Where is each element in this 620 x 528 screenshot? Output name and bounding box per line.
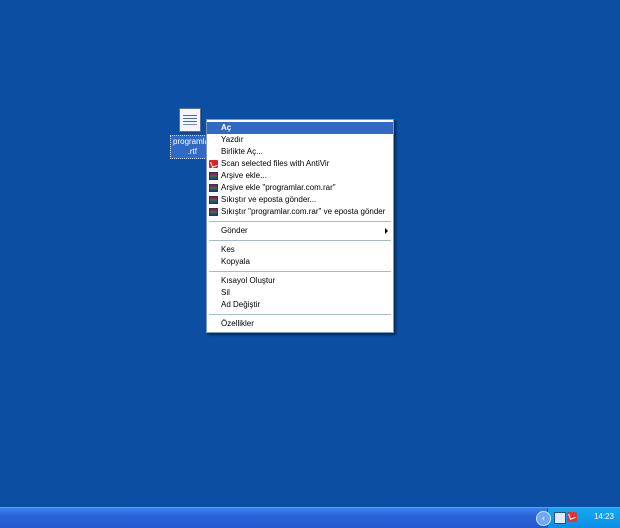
menu-item-send-to-label: Gönder [221,226,248,235]
menu-item-print-label: Yazdır [221,135,244,144]
desktop-file-icon[interactable]: programlar .rtf [170,108,215,159]
menu-item-create-shortcut-label: Kısayol Oluştur [221,276,276,285]
menu-item-scan-label: Scan selected files with AntiVir [221,159,330,168]
menu-item-rename[interactable]: Ad Değiştir [207,299,393,311]
menu-item-copy-label: Kopyala [221,257,250,266]
clock[interactable]: 14:23 [594,512,614,521]
antivir-tray-icon[interactable] [567,512,577,522]
menu-item-open-with-label: Birlikte Aç... [221,147,263,156]
menu-item-compress-named-email[interactable]: Sıkıştır "programlar.com.rar" ve eposta … [207,206,393,218]
system-tray: ‹ 14:23 [536,508,620,528]
winrar-icon [209,208,218,216]
menu-item-properties[interactable]: Özellikler [207,318,393,330]
menu-separator [209,271,391,272]
menu-item-scan-antivir[interactable]: Scan selected files with AntiVir [207,158,393,170]
desktop-file-label-ext: .rtf [187,147,198,156]
menu-separator [209,221,391,222]
menu-item-create-shortcut[interactable]: Kısayol Oluştur [207,275,393,287]
menu-item-open[interactable]: Aç [207,122,393,134]
antivir-icon [209,160,218,168]
menu-item-compress-named-email-label: Sıkıştır "programlar.com.rar" ve eposta … [221,207,386,216]
rtf-document-icon[interactable] [179,108,201,132]
menu-item-compress-email-label: Sıkıştır ve eposta gönder... [221,195,317,204]
menu-item-compress-email[interactable]: Sıkıştır ve eposta gönder... [207,194,393,206]
menu-separator [209,314,391,315]
menu-item-open-label: Aç [221,123,232,132]
taskbar[interactable]: ‹ 14:23 [0,507,620,528]
winrar-icon [209,184,218,192]
menu-item-cut-label: Kes [221,245,235,254]
menu-item-delete-label: Sil [221,288,230,297]
menu-item-open-with[interactable]: Birlikte Aç... [207,146,393,158]
winrar-icon [209,196,218,204]
menu-item-properties-label: Özellikler [221,319,254,328]
submenu-arrow-icon [385,228,388,234]
winrar-icon [209,172,218,180]
menu-item-copy[interactable]: Kopyala [207,256,393,268]
desktop[interactable]: programlar .rtf Aç Yazdır Birlikte Aç...… [0,0,620,507]
show-hidden-icons-button[interactable]: ‹ [536,511,551,526]
menu-item-delete[interactable]: Sil [207,287,393,299]
menu-item-add-named-archive[interactable]: Arşive ekle "programlar.com.rar" [207,182,393,194]
network-icon[interactable] [554,512,566,524]
menu-item-rename-label: Ad Değiştir [221,300,261,309]
menu-item-print[interactable]: Yazdır [207,134,393,146]
menu-item-send-to[interactable]: Gönder [207,225,393,237]
menu-separator [209,240,391,241]
menu-item-cut[interactable]: Kes [207,244,393,256]
context-menu: Aç Yazdır Birlikte Aç... Scan selected f… [206,119,394,333]
menu-item-add-archive-label: Arşive ekle... [221,171,267,180]
menu-item-add-named-archive-label: Arşive ekle "programlar.com.rar" [221,183,336,192]
menu-item-add-archive[interactable]: Arşive ekle... [207,170,393,182]
